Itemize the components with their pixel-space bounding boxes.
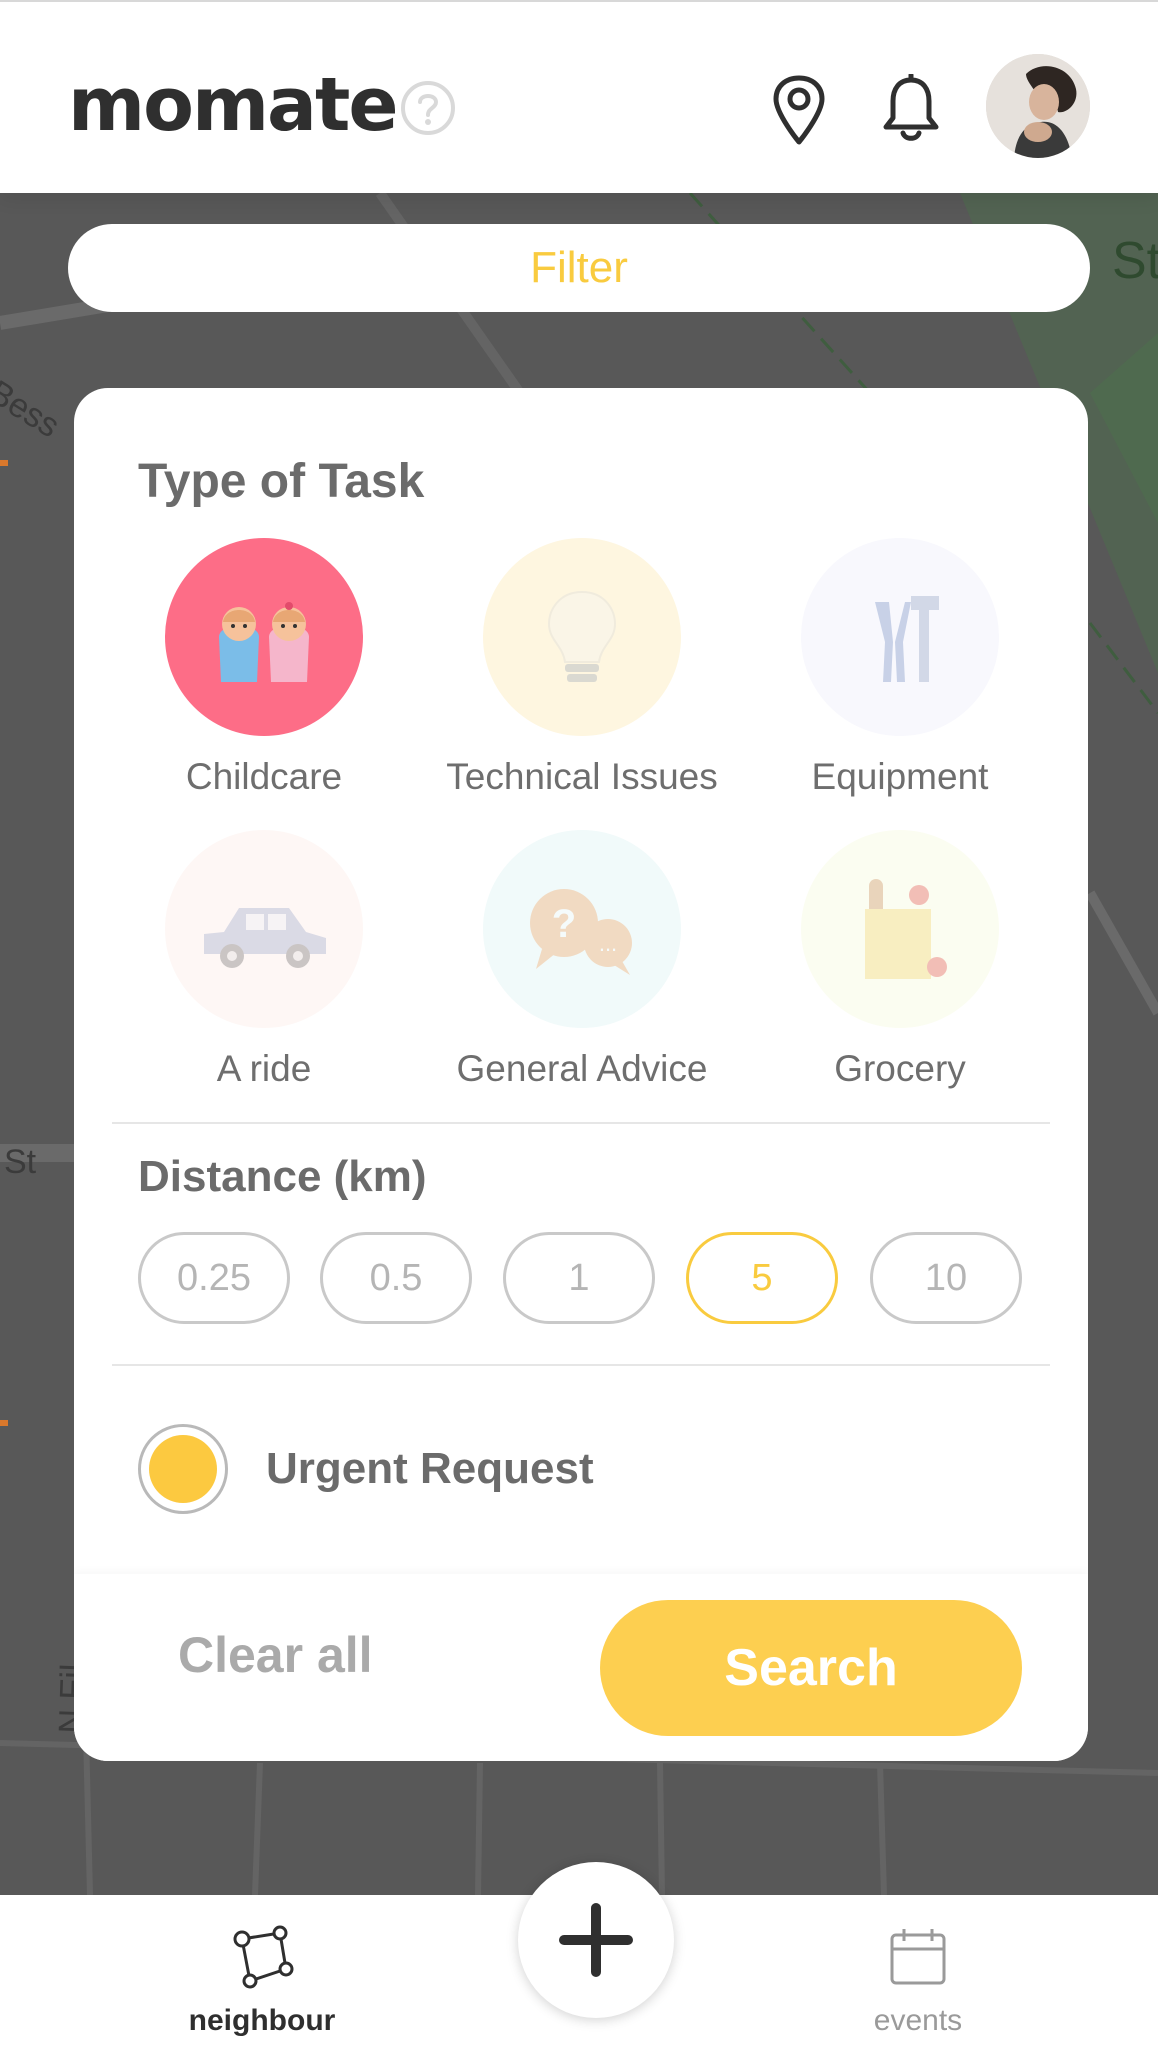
- task-label: A ride: [216, 1048, 312, 1089]
- tools-icon: [875, 596, 939, 682]
- divider: [112, 1364, 1050, 1366]
- task-option-childcare[interactable]: Childcare: [104, 538, 424, 828]
- neighbour-network-icon: [233, 1925, 294, 1989]
- task-option-general-advice[interactable]: ? ... General Advice: [422, 830, 742, 1120]
- nav-label: events: [873, 2004, 963, 2037]
- task-label: Childcare: [185, 756, 343, 797]
- nav-item-neighbour[interactable]: neighbour: [152, 1925, 372, 2038]
- speech-bubbles-icon: ? ...: [530, 889, 632, 975]
- divider: [112, 1122, 1050, 1124]
- distance-option-0-5[interactable]: 0.5: [320, 1232, 472, 1324]
- grocery-bag-icon: [865, 879, 947, 979]
- map-street-label: St: [1112, 232, 1158, 290]
- task-icon-circle: [801, 538, 999, 736]
- task-option-equipment[interactable]: Equipment: [740, 538, 1060, 828]
- task-icon-circle: [483, 538, 681, 736]
- bell-icon[interactable]: [880, 74, 942, 144]
- app-logo[interactable]: momate: [68, 60, 399, 150]
- task-icon-circle: ? ...: [483, 830, 681, 1028]
- location-pin-icon[interactable]: [770, 74, 828, 146]
- filter-toggle-button[interactable]: Filter: [68, 224, 1090, 312]
- task-option-grocery[interactable]: Grocery: [740, 830, 1060, 1120]
- calendar-icon: [890, 1929, 946, 1985]
- lightbulb-icon: [547, 590, 617, 682]
- nav-label: neighbour: [188, 2004, 336, 2037]
- task-option-technical-issues[interactable]: Technical Issues: [422, 538, 742, 828]
- distance-heading: Distance (km): [138, 1152, 427, 1201]
- filter-panel-footer: Clear all Search: [74, 1574, 1088, 1761]
- app-header: momate: [0, 0, 1158, 193]
- urgent-request-label[interactable]: Urgent Request: [266, 1444, 594, 1494]
- add-request-button[interactable]: [518, 1862, 674, 2018]
- task-label: General Advice: [456, 1048, 708, 1089]
- task-option-a-ride[interactable]: A ride: [104, 830, 424, 1120]
- car-icon: [204, 908, 326, 968]
- clear-all-button[interactable]: Clear all: [178, 1626, 373, 1684]
- search-button[interactable]: Search: [600, 1600, 1022, 1736]
- svg-text:?: ?: [552, 902, 576, 946]
- task-label: Equipment: [811, 756, 989, 797]
- distance-option-5[interactable]: 5: [686, 1232, 838, 1324]
- urgent-request-radio[interactable]: [138, 1424, 228, 1514]
- twin-babies-icon: [219, 602, 309, 682]
- filter-panel: Type of Task Childcare Technical Issues …: [74, 388, 1088, 1761]
- distance-option-1[interactable]: 1: [503, 1232, 655, 1324]
- help-icon[interactable]: [400, 80, 456, 136]
- distance-option-10[interactable]: 10: [870, 1232, 1022, 1324]
- nav-item-events[interactable]: events: [808, 1925, 1028, 2038]
- radio-selected-dot: [149, 1435, 217, 1503]
- map-street-label: St: [4, 1143, 37, 1181]
- type-of-task-heading: Type of Task: [138, 455, 425, 508]
- plus-icon: [559, 1903, 633, 1977]
- svg-text:...: ...: [599, 931, 617, 956]
- task-icon-circle: [165, 830, 363, 1028]
- user-avatar[interactable]: [986, 54, 1090, 158]
- task-label: Grocery: [834, 1048, 966, 1089]
- task-icon-circle: [165, 538, 363, 736]
- task-label: Technical Issues: [446, 756, 718, 797]
- task-icon-circle: [801, 830, 999, 1028]
- distance-option-0-25[interactable]: 0.25: [138, 1232, 290, 1324]
